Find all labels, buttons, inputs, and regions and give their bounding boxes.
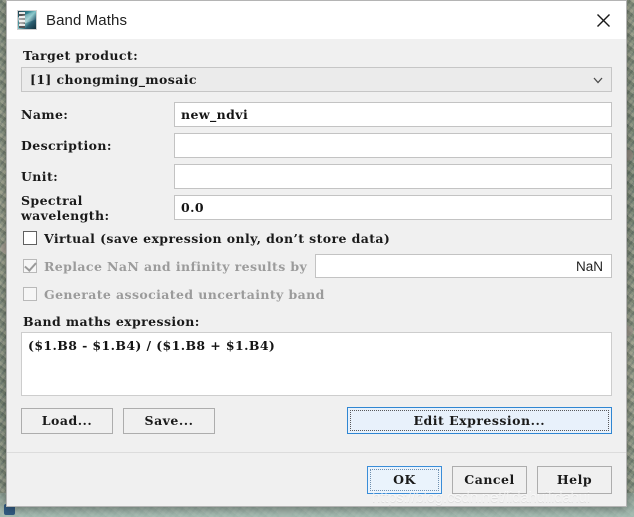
name-input-value: new_ndvi: [181, 107, 249, 122]
replace-nan-value: NaN: [575, 258, 603, 274]
virtual-checkbox[interactable]: [23, 231, 37, 245]
expression-label: Band maths expression:: [23, 314, 200, 329]
target-product-combobox[interactable]: [1] chongming_mosaic: [21, 67, 612, 92]
spectral-wavelength-input[interactable]: 0.0: [174, 195, 612, 220]
name-label: Name:: [21, 107, 69, 122]
band-maths-dialog: Band Maths Target product: [1] chongming…: [6, 0, 627, 507]
replace-nan-input[interactable]: NaN: [315, 254, 612, 278]
replace-nan-checkbox[interactable]: [23, 259, 37, 273]
cancel-button[interactable]: Cancel: [452, 465, 527, 494]
replace-nan-label: Replace NaN and infinity results by: [44, 258, 308, 274]
description-input[interactable]: [174, 133, 612, 158]
virtual-row: Virtual (save expression only, don’t sto…: [21, 225, 612, 251]
uncertainty-row: Generate associated uncertainty band: [21, 281, 612, 307]
dialog-body: Target product: [1] chongming_mosaic Nam…: [7, 39, 626, 452]
snap-app-icon: [17, 10, 37, 30]
chevron-down-icon: [593, 77, 603, 83]
expression-textarea[interactable]: ($1.B8 - $1.B4) / ($1.B8 + $1.B4): [21, 332, 612, 396]
name-row: Name: new_ndvi: [21, 101, 612, 128]
expression-button-row: Load... Save... Edit Expression...: [21, 407, 612, 434]
save-button[interactable]: Save...: [123, 407, 215, 434]
description-row: Description:: [21, 132, 612, 159]
window-title: Band Maths: [46, 11, 128, 29]
help-button[interactable]: Help: [537, 465, 612, 494]
description-label: Description:: [21, 138, 112, 153]
target-product-value: [1] chongming_mosaic: [30, 72, 197, 87]
spectral-wavelength-row: Spectral wavelength: 0.0: [21, 192, 612, 223]
load-button[interactable]: Load...: [21, 407, 113, 434]
spectral-wavelength-value: 0.0: [181, 200, 204, 215]
uncertainty-checkbox[interactable]: [23, 287, 37, 301]
spectral-wavelength-label: Spectral wavelength:: [21, 192, 110, 223]
virtual-label: Virtual (save expression only, don’t sto…: [44, 230, 391, 246]
expression-value: ($1.B8 - $1.B4) / ($1.B8 + $1.B4): [28, 338, 276, 353]
unit-label: Unit:: [21, 169, 59, 184]
unit-input[interactable]: [174, 164, 612, 189]
dialog-footer: OK Cancel Help: [7, 452, 626, 506]
close-icon: [596, 13, 610, 27]
title-bar: Band Maths: [7, 1, 626, 39]
target-product-label: Target product:: [23, 48, 139, 63]
uncertainty-label: Generate associated uncertainty band: [44, 286, 325, 302]
unit-row: Unit:: [21, 163, 612, 190]
ok-button[interactable]: OK: [367, 465, 442, 494]
close-button[interactable]: [580, 1, 626, 39]
replace-nan-row: Replace NaN and infinity results by NaN: [21, 253, 612, 279]
name-input[interactable]: new_ndvi: [174, 102, 612, 127]
edit-expression-button[interactable]: Edit Expression...: [346, 407, 612, 434]
